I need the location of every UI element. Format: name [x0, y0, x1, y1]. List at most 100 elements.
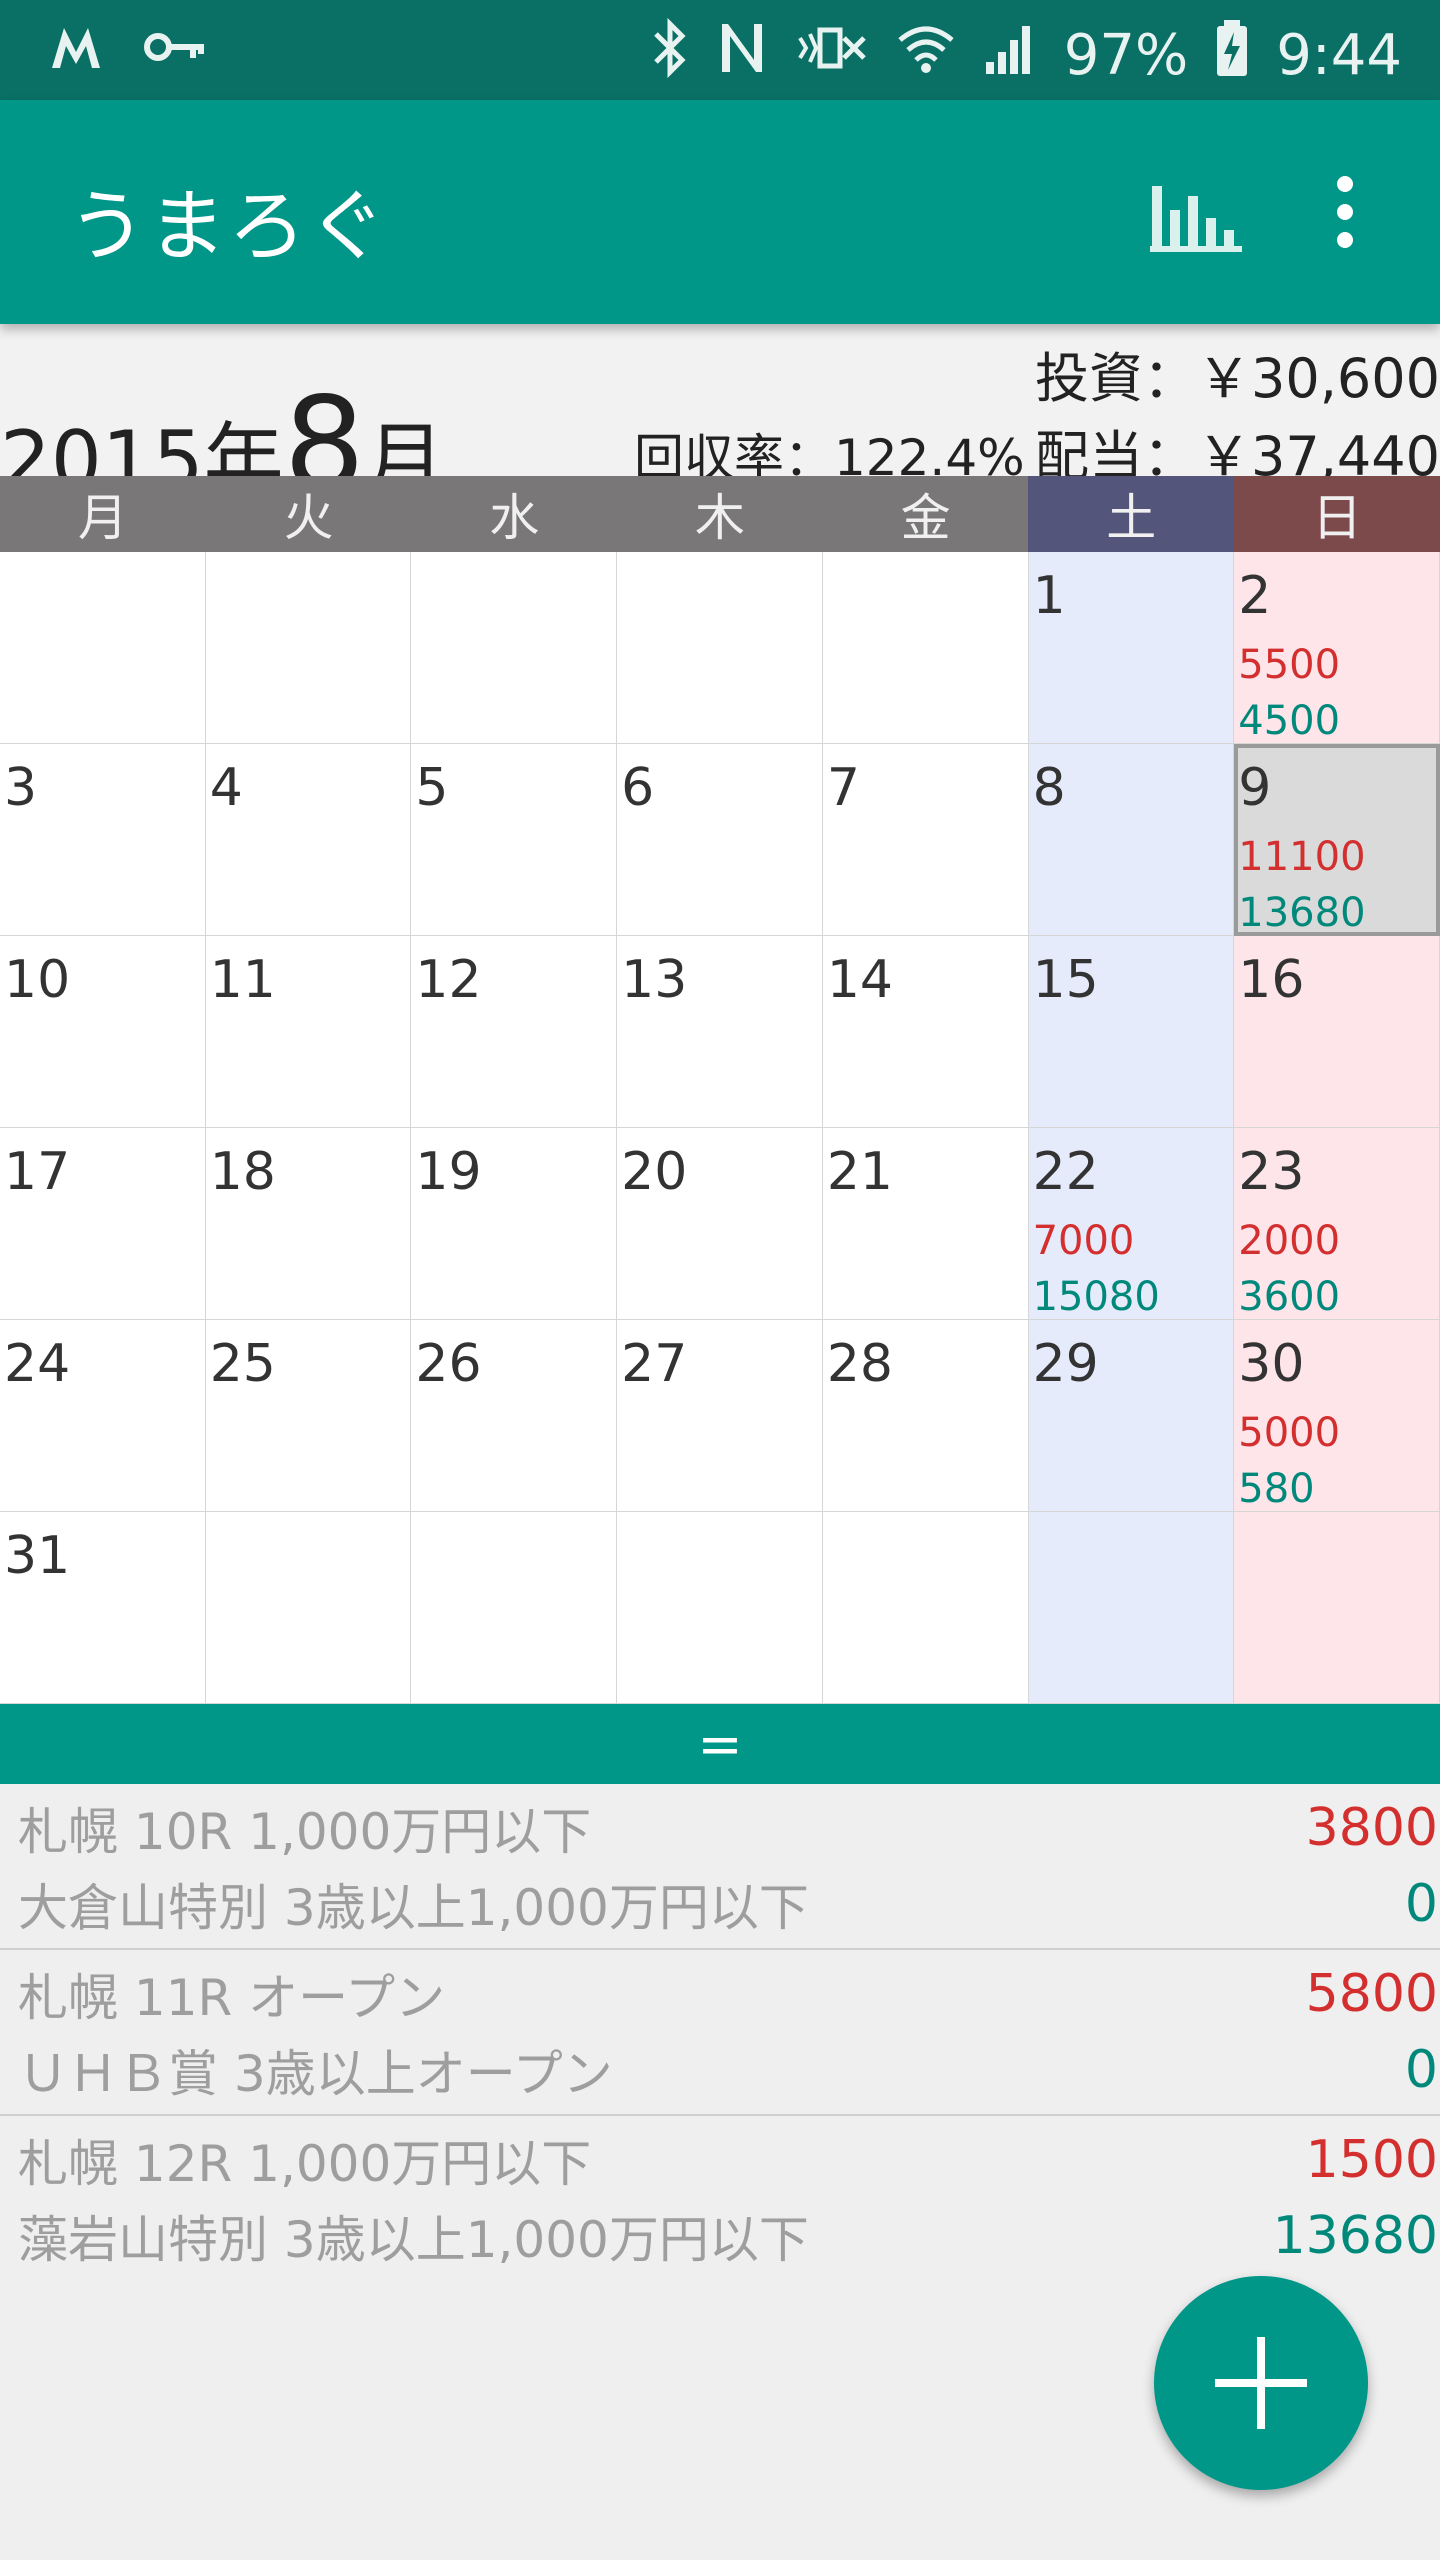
- day-number: 19: [415, 1142, 482, 1202]
- day-number: 3: [4, 758, 38, 818]
- day-number: 13: [621, 950, 688, 1010]
- calendar-day-18[interactable]: 18: [205, 1128, 412, 1320]
- calendar-day-26[interactable]: 26: [411, 1320, 618, 1512]
- day-number: 26: [415, 1334, 482, 1394]
- clock: 9:44: [1276, 22, 1402, 88]
- race-investment: 5800: [1305, 1964, 1438, 2024]
- calendar-day-3[interactable]: 3: [0, 744, 206, 936]
- day-investment: 2000: [1238, 1218, 1341, 1264]
- race-subtitle: 大倉山特別 3歳以上1,000万円以下: [18, 1879, 809, 1937]
- race-payout: 0: [1404, 2040, 1438, 2100]
- weekday-fri: 金: [822, 476, 1029, 552]
- calendar-day-23[interactable]: 23 2000 3600: [1234, 1128, 1440, 1320]
- app-bar: うまろぐ: [0, 100, 1440, 324]
- calendar-day-11[interactable]: 11: [205, 936, 412, 1128]
- calendar-empty-cell: [0, 552, 206, 744]
- calendar-day-2[interactable]: 2 5500 4500: [1234, 552, 1440, 744]
- race-list: 札幌 10R 1,000万円以下 3800 大倉山特別 3歳以上1,000万円以…: [0, 1784, 1440, 2280]
- wifi-icon: [896, 18, 956, 92]
- race-item[interactable]: 札幌 10R 1,000万円以下 3800 大倉山特別 3歳以上1,000万円以…: [0, 1784, 1440, 1950]
- app-notification-icon: [48, 22, 108, 76]
- calendar-day-16[interactable]: 16: [1234, 936, 1440, 1128]
- day-number: 28: [826, 1334, 894, 1394]
- calendar-empty-cell: [411, 552, 618, 744]
- race-item[interactable]: 札幌 11R オープン 5800 ＵＨＢ賞 3歳以上オープン 0: [0, 1950, 1440, 2116]
- weekday-thu: 木: [617, 476, 823, 552]
- day-number: 25: [209, 1334, 276, 1394]
- bluetooth-icon: [652, 17, 688, 92]
- day-number: 31: [4, 1526, 71, 1586]
- calendar-day-28[interactable]: 28: [822, 1320, 1029, 1512]
- day-number: 30: [1238, 1334, 1305, 1394]
- day-investment: 5000: [1238, 1410, 1341, 1456]
- day-number: 27: [621, 1334, 688, 1394]
- day-number: 6: [621, 758, 655, 818]
- calendar-empty-cell: [205, 552, 412, 744]
- calendar-day-10[interactable]: 10: [0, 936, 206, 1128]
- calendar-empty-cell: [205, 1512, 412, 1704]
- weekday-sat: 土: [1028, 476, 1235, 552]
- day-investment: 7000: [1032, 1218, 1135, 1264]
- calendar-day-13[interactable]: 13: [617, 936, 823, 1128]
- panel-drag-handle[interactable]: =: [0, 1704, 1440, 1784]
- race-item[interactable]: 札幌 12R 1,000万円以下 1500 藻岩山特別 3歳以上1,000万円以…: [0, 2116, 1440, 2280]
- calendar-day-27[interactable]: 27: [617, 1320, 823, 1512]
- calendar-day-7[interactable]: 7: [822, 744, 1029, 936]
- calendar-day-4[interactable]: 4: [205, 744, 412, 936]
- day-number: 15: [1032, 950, 1099, 1010]
- bar-chart-icon: [1150, 186, 1242, 252]
- total-investment: 投資：￥30,600: [1035, 347, 1440, 410]
- signal-icon: [982, 18, 1038, 92]
- calendar-day-6[interactable]: 6: [617, 744, 823, 936]
- race-subtitle: ＵＨＢ賞 3歳以上オープン: [18, 2045, 613, 2103]
- day-payout: 580: [1238, 1466, 1315, 1512]
- calendar-day-14[interactable]: 14: [822, 936, 1029, 1128]
- calendar-day-12[interactable]: 12: [411, 936, 618, 1128]
- weekday-tue: 火: [205, 476, 412, 552]
- day-number: 23: [1238, 1142, 1305, 1202]
- day-number: 29: [1032, 1334, 1099, 1394]
- calendar-day-17[interactable]: 17: [0, 1128, 206, 1320]
- calendar-empty-cell: [1028, 1512, 1235, 1704]
- calendar-day-20[interactable]: 20: [617, 1128, 823, 1320]
- race-title: 札幌 11R オープン: [18, 1969, 446, 2027]
- day-number: 18: [209, 1142, 276, 1202]
- day-number: 9: [1238, 758, 1272, 818]
- race-investment: 3800: [1305, 1798, 1438, 1858]
- calendar-empty-cell: [411, 1512, 618, 1704]
- day-number: 1: [1032, 566, 1066, 626]
- weekday-header: 月 火 水 木 金 土 日: [0, 476, 1440, 552]
- calendar-day-24[interactable]: 24: [0, 1320, 206, 1512]
- race-payout: 13680: [1272, 2206, 1438, 2266]
- calendar-day-19[interactable]: 19: [411, 1128, 618, 1320]
- calendar-grid: 1 2 5500 4500 3 4 5 6 7 8 9 11100 13680 10 11 12 13 14 15 1…: [0, 552, 1440, 1704]
- calendar-day-29[interactable]: 29: [1028, 1320, 1235, 1512]
- day-number: 17: [4, 1142, 71, 1202]
- vpn-key-icon: [144, 27, 208, 71]
- statistics-button[interactable]: [1146, 170, 1246, 260]
- calendar-day-30[interactable]: 30 5000 580: [1234, 1320, 1440, 1512]
- calendar-day-21[interactable]: 21: [822, 1128, 1029, 1320]
- nfc-icon: [714, 18, 768, 92]
- race-investment: 1500: [1305, 2130, 1438, 2190]
- add-record-button[interactable]: [1154, 2276, 1368, 2490]
- race-title: 札幌 10R 1,000万円以下: [18, 1803, 592, 1861]
- app-title: うまろぐ: [68, 182, 389, 272]
- day-payout: 3600: [1238, 1274, 1341, 1320]
- weekday-wed: 水: [411, 476, 618, 552]
- calendar-day-9[interactable]: 9 11100 13680: [1234, 744, 1440, 936]
- day-payout: 15080: [1032, 1274, 1160, 1320]
- overflow-menu-button[interactable]: [1315, 170, 1375, 260]
- day-number: 10: [4, 950, 71, 1010]
- calendar-day-22[interactable]: 22 7000 15080: [1028, 1128, 1235, 1320]
- calendar-day-5[interactable]: 5: [411, 744, 618, 936]
- month-summary: 2015年8月 回収率：122.4% 投資：￥30,600 配当：￥37,440: [0, 324, 1440, 519]
- day-number: 24: [4, 1334, 71, 1394]
- calendar-day-15[interactable]: 15: [1028, 936, 1235, 1128]
- calendar-day-1[interactable]: 1: [1028, 552, 1235, 744]
- day-number: 12: [415, 950, 482, 1010]
- calendar-day-8[interactable]: 8: [1028, 744, 1235, 936]
- day-number: 2: [1238, 566, 1272, 626]
- calendar-day-25[interactable]: 25: [205, 1320, 412, 1512]
- calendar-day-31[interactable]: 31: [0, 1512, 206, 1704]
